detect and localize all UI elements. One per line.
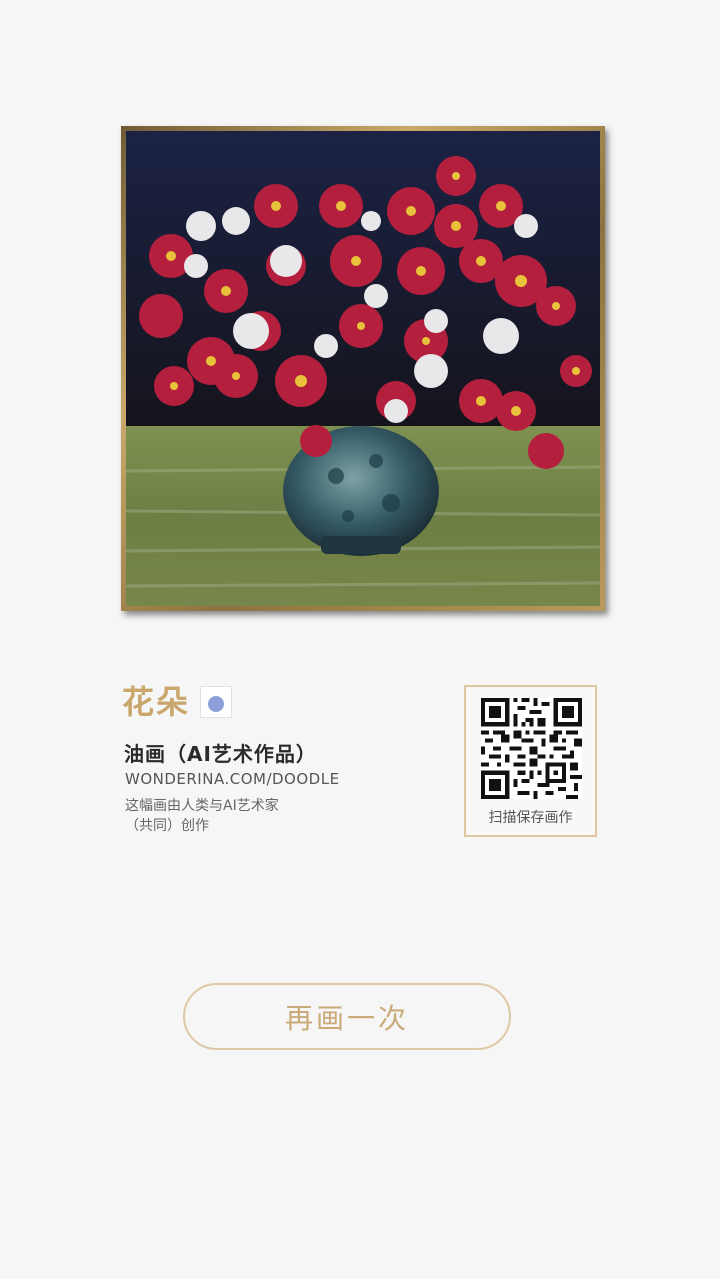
draw-again-label: 再画一次: [284, 1001, 409, 1035]
description-line-2: （共同）创作: [125, 818, 209, 834]
description-line-1: 这幅画由人类与AI艺术家: [125, 798, 279, 814]
qr-code-icon: [481, 698, 582, 799]
artwork-title-row: 花朵: [122, 682, 233, 722]
qr-caption: 扫描保存画作: [488, 810, 573, 826]
blue-dot-icon: [208, 696, 225, 712]
color-swatch: [200, 686, 233, 718]
artwork-result-page: 花朵 油画（AI艺术作品） WONDERINA.COM/DOODLE 这幅画由人…: [0, 0, 720, 1279]
site-url: WONDERINA.COM/DOODLE: [125, 770, 340, 788]
qr-card[interactable]: 扫描保存画作: [464, 685, 597, 837]
artwork-medium: 油画（AI艺术作品）: [124, 742, 317, 766]
artwork-description: 这幅画由人类与AI艺术家 （共同）创作: [125, 796, 279, 836]
painting-frame: [121, 126, 605, 611]
artwork-title: 花朵: [122, 683, 191, 721]
painting-image[interactable]: [126, 131, 600, 606]
draw-again-button[interactable]: 再画一次: [183, 983, 511, 1050]
